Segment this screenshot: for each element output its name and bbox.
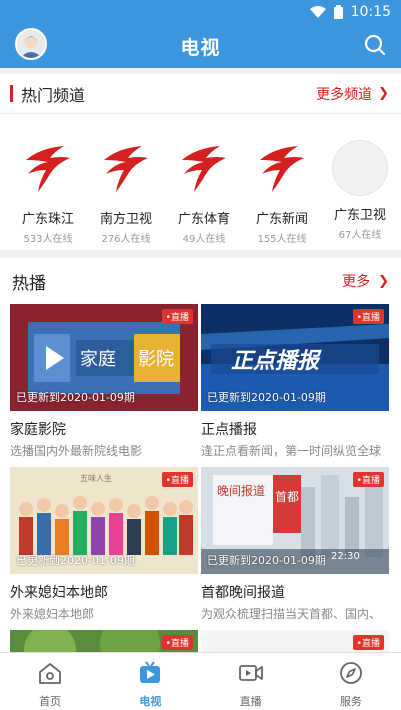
bottom-tab-bar: 首页 电视 直播 服务 <box>0 652 401 710</box>
tab-label: 首页 <box>39 695 62 708</box>
program-thumbnail[interactable]: 五味人生 •直播 已更新到2020-01-09期 <box>10 467 198 574</box>
hot-channels-section: 热门频道 更多频道 ❯ 广东珠江 533人在线 南方卫视 276人在线 广东体育… <box>0 74 401 250</box>
channel-name: 广东体育 <box>177 212 230 227</box>
program-title: 外来媳妇本地郎 <box>10 585 108 601</box>
program-description: 选播国内外最新院线电影 <box>10 444 143 458</box>
more-channels-link[interactable]: 更多频道 <box>316 84 372 104</box>
program-description: 外来媳妇本地郎 <box>10 607 95 621</box>
channel-logo-icon <box>104 146 148 192</box>
tab-home[interactable]: 首页 <box>0 653 100 710</box>
thumb-text: 首都 <box>275 490 299 504</box>
update-label: 已更新到2020-01-09期 <box>207 391 326 404</box>
update-label: 已更新到2020-01-09期 <box>16 391 135 404</box>
status-time: 10:15 <box>350 4 391 20</box>
channel-online-count: 67人在线 <box>338 230 382 241</box>
page-title: 电视 <box>180 36 221 59</box>
status-bar: 10:15 <box>0 0 401 24</box>
user-avatar-icon <box>17 30 45 58</box>
tab-label: 电视 <box>139 695 162 708</box>
channel-logo-icon <box>260 146 304 192</box>
update-label: 已更新到2020-01-09期 <box>207 554 326 567</box>
update-label: 已更新到2020-01-09期 <box>16 554 135 567</box>
channel-name: 广东卫视 <box>333 208 386 223</box>
battery-icon <box>333 5 343 19</box>
section-marker <box>10 85 13 102</box>
avatar[interactable] <box>15 28 47 60</box>
channel-name: 广东新闻 <box>255 212 308 227</box>
hot-play-header: 热播 更多 ❯ <box>0 258 401 304</box>
tab-tv[interactable]: 电视 <box>100 653 200 710</box>
tv-icon <box>140 661 161 683</box>
channel-item[interactable]: 广东珠江 533人在线 <box>10 140 86 245</box>
tab-label: 服务 <box>339 695 362 708</box>
thumb-text: 五味人生 <box>80 473 112 483</box>
live-video-icon <box>238 665 263 681</box>
tab-service[interactable]: 服务 <box>301 653 401 710</box>
channel-item[interactable]: 南方卫视 276人在线 <box>88 140 164 245</box>
program-description: 为观众梳理扫描当天首都、国内、 <box>201 607 382 621</box>
live-badge: •直播 <box>161 635 193 650</box>
live-badge-label: 直播 <box>361 476 380 486</box>
live-badge-label: 直播 <box>361 639 380 649</box>
live-badge-label: 直播 <box>170 639 189 649</box>
program-card[interactable]: 家庭 影院 •直播 已更新到2020-01-09期 家庭影院 选播国内外最新院线… <box>10 304 198 459</box>
program-card[interactable]: 五味人生 •直播 已更新到2020-01-09期 外来媳妇本地郎 外来媳妇本地郎 <box>10 467 198 622</box>
thumb-text: 家庭 <box>80 349 116 370</box>
program-description: 逢正点看新闻，第一时间纵览全球 <box>201 444 382 458</box>
more-hot-play-link[interactable]: 更多 <box>342 271 370 291</box>
channel-online-count: 276人在线 <box>101 234 151 245</box>
live-badge: •直播 <box>352 472 384 487</box>
hot-channels-header: 热门频道 更多频道 ❯ <box>0 74 401 114</box>
thumb-text: 晚间报道 <box>217 483 265 498</box>
live-badge-label: 直播 <box>361 313 380 323</box>
program-card[interactable]: 正点播报 •直播 已更新到2020-01-09期 正点播报 逢正点看新闻，第一时… <box>201 304 389 459</box>
hot-play-title: 热播 <box>12 273 46 294</box>
live-badge: •直播 <box>161 472 193 487</box>
live-badge: •直播 <box>352 635 384 650</box>
channel-logo-icon <box>26 146 70 192</box>
program-thumbnail[interactable]: 晚间报道 首都 22:30 •直播 已更新到2020-01-09期 <box>201 467 389 574</box>
channel-online-count: 49人在线 <box>182 234 226 245</box>
channel-item[interactable]: 广东体育 49人在线 <box>166 140 242 245</box>
tab-live[interactable]: 直播 <box>201 653 301 710</box>
tab-label: 直播 <box>239 695 262 708</box>
search-icon[interactable] <box>363 33 387 57</box>
thumb-text: 影院 <box>138 349 174 370</box>
hot-channels-title: 热门频道 <box>21 85 86 105</box>
live-badge-label: 直播 <box>170 476 189 486</box>
live-badge: •直播 <box>352 309 384 324</box>
hot-play-section: 热播 更多 ❯ 家庭 影院 •直播 已更新到2020-01-09期 家庭影院 选… <box>0 258 401 658</box>
channel-name: 南方卫视 <box>99 212 152 227</box>
channel-logo-placeholder <box>332 140 388 196</box>
home-icon <box>39 663 62 684</box>
channel-online-count: 533人在线 <box>23 234 73 245</box>
channel-item[interactable]: 广东卫视 67人在线 <box>322 140 398 241</box>
chevron-right-icon[interactable]: ❯ <box>378 274 389 289</box>
program-card[interactable]: 晚间报道 首都 22:30 •直播 已更新到2020-01-09期 首都晚间报道… <box>201 467 389 622</box>
program-title: 正点播报 <box>201 422 257 438</box>
channel-list: 广东珠江 533人在线 南方卫视 276人在线 广东体育 49人在线 广东新闻 … <box>0 140 401 245</box>
app-bar: 电视 <box>0 24 401 68</box>
program-thumbnail[interactable]: 正点播报 •直播 已更新到2020-01-09期 <box>201 304 389 411</box>
compass-icon <box>339 662 362 684</box>
live-badge-label: 直播 <box>170 313 189 323</box>
chevron-right-icon[interactable]: ❯ <box>378 86 389 101</box>
channel-logo-icon <box>182 146 226 192</box>
thumb-text: 正点播报 <box>231 349 322 374</box>
channel-online-count: 155人在线 <box>257 234 307 245</box>
program-thumbnail[interactable]: 家庭 影院 •直播 已更新到2020-01-09期 <box>10 304 198 411</box>
channel-item[interactable]: 广东新闻 155人在线 <box>244 140 320 245</box>
live-badge: •直播 <box>161 309 193 324</box>
thumb-text: 22:30 <box>331 551 360 562</box>
program-title: 家庭影院 <box>10 422 66 438</box>
wifi-icon <box>309 6 326 18</box>
program-title: 首都晚间报道 <box>201 585 285 601</box>
channel-name: 广东珠江 <box>21 212 74 227</box>
